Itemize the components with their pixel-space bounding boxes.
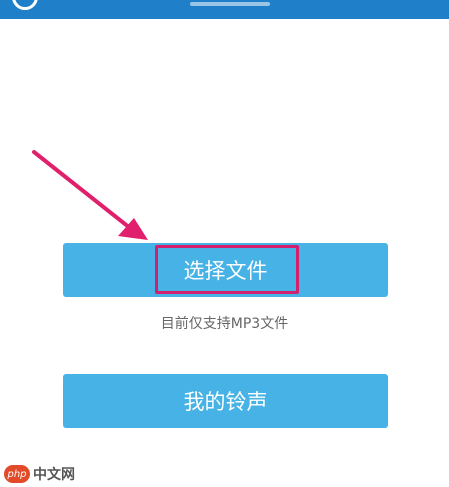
annotation-highlight-box xyxy=(155,245,299,294)
my-ringtones-button[interactable]: 我的铃声 xyxy=(63,374,388,428)
php-logo: php xyxy=(4,465,30,483)
back-icon[interactable] xyxy=(12,0,38,10)
watermark-text: 中文网 xyxy=(33,467,75,483)
watermark: php 中文网 xyxy=(4,463,75,485)
header-title-fragment xyxy=(190,2,270,6)
mp3-only-hint: 目前仅支持MP3文件 xyxy=(160,316,289,332)
my-ringtones-label: 我的铃声 xyxy=(183,390,268,414)
header-bar xyxy=(0,0,449,19)
